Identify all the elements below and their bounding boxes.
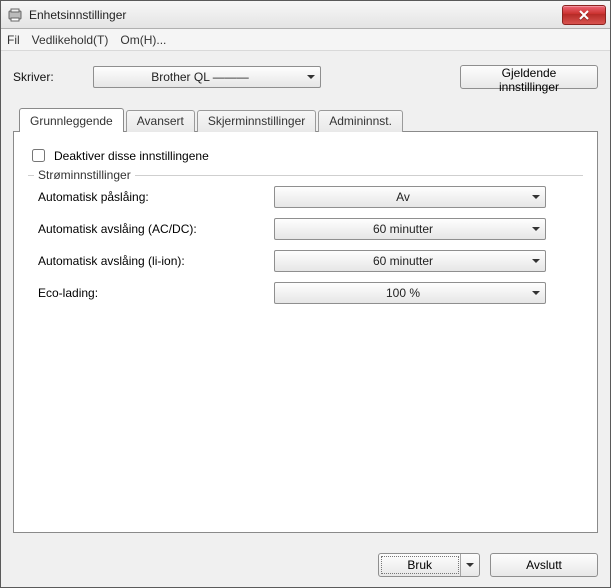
menu-maintain[interactable]: Vedlikehold(T): [32, 33, 109, 47]
disable-settings-label: Deaktiver disse innstillingene: [54, 149, 209, 163]
tab-admin[interactable]: Admininnst.: [318, 110, 403, 132]
eco-charge-select[interactable]: 100 %: [274, 282, 546, 304]
window-close-button[interactable]: [562, 5, 606, 25]
menu-file[interactable]: Fil: [7, 33, 20, 47]
device-settings-window: Enhetsinnstillinger Fil Vedlikehold(T) O…: [0, 0, 611, 588]
auto-power-on-select[interactable]: Av: [274, 186, 546, 208]
eco-charge-label: Eco-lading:: [28, 286, 274, 300]
window-title: Enhetsinnstillinger: [29, 8, 126, 22]
close-button[interactable]: Avslutt: [490, 553, 598, 577]
auto-power-off-ac-label: Automatisk avslåing (AC/DC):: [28, 222, 274, 236]
tab-advanced[interactable]: Avansert: [126, 110, 195, 132]
auto-power-off-ac-select[interactable]: 60 minutter: [274, 218, 546, 240]
tab-basic[interactable]: Grunnleggende: [19, 108, 124, 132]
power-group: Strøminnstillinger Automatisk påslåing: …: [28, 175, 583, 304]
disable-settings-checkbox[interactable]: [32, 149, 45, 162]
printer-select[interactable]: Brother QL ———: [93, 66, 321, 88]
printer-row: Skriver: Brother QL ——— Gjeldende innsti…: [13, 65, 598, 89]
auto-power-off-liion-select[interactable]: 60 minutter: [274, 250, 546, 272]
apply-button-label: Bruk: [379, 554, 461, 576]
tabstrip: Grunnleggende Avansert Skjerminnstilling…: [19, 107, 598, 131]
footer: Bruk Avslutt: [1, 543, 610, 587]
app-icon: [7, 7, 23, 23]
auto-power-off-liion-label: Automatisk avslåing (li-ion):: [28, 254, 274, 268]
power-group-title: Strøminnstillinger: [34, 168, 135, 182]
apply-split-button[interactable]: Bruk: [378, 553, 480, 577]
current-settings-button[interactable]: Gjeldende innstillinger: [460, 65, 598, 89]
auto-power-on-label: Automatisk påslåing:: [28, 190, 274, 204]
tabpage-basic: Deaktiver disse innstillingene Strøminns…: [13, 131, 598, 533]
menu-about[interactable]: Om(H)...: [120, 33, 166, 47]
titlebar: Enhetsinnstillinger: [1, 1, 610, 29]
printer-label: Skriver:: [13, 70, 83, 84]
apply-dropdown-arrow[interactable]: [461, 554, 479, 576]
tab-display[interactable]: Skjerminnstillinger: [197, 110, 316, 132]
content-area: Skriver: Brother QL ——— Gjeldende innsti…: [1, 51, 610, 543]
menubar: Fil Vedlikehold(T) Om(H)...: [1, 29, 610, 51]
close-icon: [579, 10, 589, 20]
